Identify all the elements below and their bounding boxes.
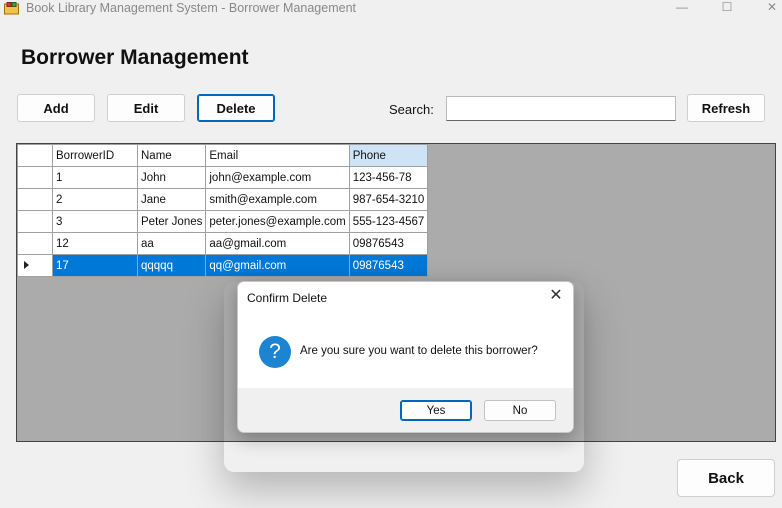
table-row[interactable]: 12 aa aa@gmail.com 09876543 [17, 232, 429, 255]
cell-email[interactable]: peter.jones@example.com [205, 210, 350, 233]
cell-name[interactable]: qqqqq [136, 254, 207, 277]
refresh-button[interactable]: Refresh [687, 94, 765, 122]
cell-name[interactable]: John [136, 166, 207, 189]
minimize-button[interactable]: — [668, 0, 696, 16]
edit-button[interactable]: Edit [107, 94, 185, 122]
row-header-corner[interactable] [17, 144, 53, 167]
cell-phone[interactable]: 555-123-4567 [348, 210, 429, 233]
cell-email[interactable]: qq@gmail.com [205, 254, 350, 277]
dialog-title: Confirm Delete [247, 291, 328, 305]
delete-button[interactable]: Delete [197, 94, 275, 122]
window-title: Book Library Management System - Borrowe… [26, 1, 357, 15]
cell-email[interactable]: smith@example.com [205, 188, 350, 211]
maximize-button[interactable]: ☐ [713, 0, 741, 16]
cell-name[interactable]: aa [136, 232, 207, 255]
table-row-selected[interactable]: 17 qqqqq qq@gmail.com 09876543 [17, 254, 429, 277]
yes-button[interactable]: Yes [400, 400, 472, 421]
page-title: Borrower Management [21, 46, 249, 69]
row-header[interactable] [17, 188, 53, 211]
cell-phone[interactable]: 987-654-3210 [348, 188, 429, 211]
question-icon: ? [259, 336, 291, 368]
cell-email[interactable]: aa@gmail.com [205, 232, 350, 255]
dialog-message: Are you sure you want to delete this bor… [300, 345, 538, 357]
cell-borrowerid[interactable]: 1 [52, 166, 138, 189]
confirm-delete-dialog: Confirm Delete ✕ ? Are you sure you want… [237, 281, 574, 433]
row-header[interactable] [17, 210, 53, 233]
row-header[interactable] [17, 254, 53, 277]
cell-borrowerid[interactable]: 3 [52, 210, 138, 233]
cell-borrowerid[interactable]: 12 [52, 232, 138, 255]
search-input[interactable] [446, 96, 676, 121]
column-header-borrowerid[interactable]: BorrowerID [52, 144, 138, 167]
add-button[interactable]: Add [17, 94, 95, 122]
current-row-arrow-icon [24, 261, 29, 270]
cell-name[interactable]: Peter Jones [136, 210, 207, 233]
cell-name[interactable]: Jane [136, 188, 207, 211]
search-label: Search: [389, 102, 434, 117]
dialog-close-button[interactable]: ✕ [544, 286, 568, 308]
table-row[interactable]: 2 Jane smith@example.com 987-654-3210 [17, 188, 429, 211]
row-header[interactable] [17, 166, 53, 189]
cell-phone[interactable]: 123-456-78 [348, 166, 429, 189]
column-header-email[interactable]: Email [205, 144, 350, 167]
column-header-phone[interactable]: Phone [348, 144, 429, 167]
table-row[interactable]: 1 John john@example.com 123-456-78 [17, 166, 429, 189]
cell-phone[interactable]: 09876543 [348, 254, 429, 277]
table-row[interactable]: 3 Peter Jones peter.jones@example.com 55… [17, 210, 429, 233]
app-icon [4, 2, 19, 15]
cell-phone[interactable]: 09876543 [348, 232, 429, 255]
back-button[interactable]: Back [677, 459, 775, 497]
cell-borrowerid[interactable]: 2 [52, 188, 138, 211]
cell-borrowerid[interactable]: 17 [52, 254, 138, 277]
title-bar: Book Library Management System - Borrowe… [0, 0, 782, 18]
close-window-button[interactable]: ✕ [758, 0, 782, 16]
cell-email[interactable]: john@example.com [205, 166, 350, 189]
no-button[interactable]: No [484, 400, 556, 421]
column-header-name[interactable]: Name [136, 144, 207, 167]
borrower-table: BorrowerID Name Email Phone 1 John john@… [17, 144, 429, 277]
row-header[interactable] [17, 232, 53, 255]
grid-header-row: BorrowerID Name Email Phone [17, 144, 429, 167]
